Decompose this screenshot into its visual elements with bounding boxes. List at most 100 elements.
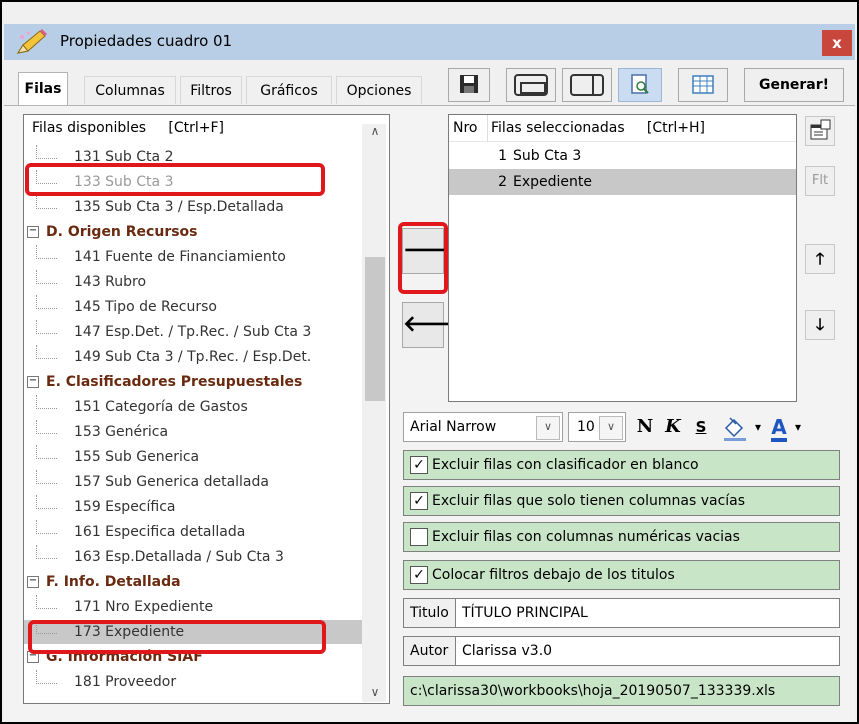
tree-item-label: 161 Especifica detallada <box>74 524 246 540</box>
tab-opciones[interactable]: Opciones <box>336 76 422 104</box>
save-button[interactable] <box>448 68 490 102</box>
split-view-button[interactable] <box>562 68 612 102</box>
bold-button[interactable]: N <box>634 412 656 442</box>
text-color-label: A <box>771 416 787 442</box>
font-select[interactable]: Arial Narrow ∨ <box>403 412 563 442</box>
option-label: Excluir filas con clasificador en blanco <box>432 457 699 473</box>
split-view-icon <box>570 74 604 96</box>
tree-item[interactable]: 181 Proveedor <box>24 670 364 694</box>
tab-columnas[interactable]: Columnas <box>84 76 176 104</box>
option-checkbox-row[interactable]: ✓ Excluir filas que solo tienen columnas … <box>403 486 840 516</box>
selected-row[interactable]: 1 Sub Cta 3 <box>449 143 796 169</box>
option-checkbox-row[interactable]: Excluir filas con columnas numéricas vac… <box>403 522 840 552</box>
chevron-down-icon[interactable]: ∨ <box>599 416 623 440</box>
selected-rows-list[interactable]: Nro Filas seleccionadas [Ctrl+H] 1 Sub Ct… <box>448 114 797 402</box>
tree-item-label: 141 Fuente de Financiamiento <box>74 249 286 265</box>
title-label: Titulo <box>404 599 456 627</box>
option-checkbox-row[interactable]: ✓ Colocar filtros debajo de los titulos <box>403 560 840 590</box>
tree-item[interactable]: 163 Esp.Detallada / Sub Cta 3 <box>24 545 364 569</box>
author-label: Autor <box>404 637 456 665</box>
tree-item[interactable]: 155 Sub Generica <box>24 445 364 469</box>
tree-item-label: 181 Proveedor <box>74 674 177 690</box>
tree-item[interactable]: 143 Rubro <box>24 270 364 294</box>
option-label: Excluir filas que solo tienen columnas v… <box>432 493 746 509</box>
checkbox-unchecked[interactable] <box>410 528 428 546</box>
tree-item[interactable]: 135 Sub Cta 3 / Esp.Detallada <box>24 195 364 219</box>
tree-item[interactable]: 171 Nro Expediente <box>24 595 364 619</box>
tree-item-label: 155 Sub Generica <box>74 449 200 465</box>
tree-connector <box>36 520 57 534</box>
tree-item[interactable]: 161 Especifica detallada <box>24 520 364 544</box>
collapse-icon[interactable]: − <box>27 226 39 238</box>
text-color-button[interactable]: A <box>768 412 790 442</box>
checkbox-checked[interactable]: ✓ <box>410 456 428 474</box>
scroll-up-icon[interactable]: ∧ <box>366 124 384 142</box>
title-field[interactable]: Titulo TÍTULO PRINCIPAL <box>403 598 840 628</box>
tree-item-label: D. Origen Recursos <box>46 224 198 240</box>
tree-connector <box>36 545 57 559</box>
tree-scrollbar-thumb[interactable] <box>365 257 385 401</box>
move-up-button[interactable]: 🡑 <box>805 244 835 274</box>
tree-item[interactable]: 147 Esp.Det. / Tp.Rec. / Sub Cta 3 <box>24 320 364 344</box>
fill-color-dropdown[interactable]: ▾ <box>752 412 764 442</box>
generate-button[interactable]: Generar! <box>744 68 844 102</box>
window-layout-button[interactable] <box>506 68 556 102</box>
collapse-icon[interactable]: − <box>27 376 39 388</box>
author-field[interactable]: Autor Clarissa v3.0 <box>403 636 840 666</box>
tree-connector <box>36 395 57 409</box>
filter-button[interactable]: Flt <box>805 166 835 196</box>
italic-button[interactable]: K <box>662 412 684 442</box>
selected-row[interactable]: 2 Expediente <box>449 169 796 195</box>
fill-color-button[interactable] <box>720 412 750 442</box>
tree-item[interactable]: 157 Sub Generica detallada <box>24 470 364 494</box>
column-nro-header: Nro <box>453 120 478 136</box>
table-button[interactable] <box>678 68 728 102</box>
tree-item[interactable]: 159 Específica <box>24 495 364 519</box>
option-label: Colocar filtros debajo de los titulos <box>432 567 675 583</box>
tree-header: Filas disponibles [Ctrl+F] <box>32 120 224 136</box>
author-value[interactable]: Clarissa v3.0 <box>462 637 552 665</box>
tree-item[interactable]: 145 Tipo de Recurso <box>24 295 364 319</box>
tab-graficos[interactable]: Gráficos <box>246 76 332 104</box>
tree-group[interactable]: − D. Origen Recursos <box>24 220 364 244</box>
tree-connector <box>36 420 57 434</box>
window-layout-icon <box>514 74 548 96</box>
tree-connector <box>36 495 57 509</box>
tree-group[interactable]: − E. Clasificadores Presupuestales <box>24 370 364 394</box>
font-size-select[interactable]: 10 ∨ <box>568 412 626 442</box>
tree-item[interactable]: 149 Sub Cta 3 / Tp.Rec. / Esp.Det. <box>24 345 364 369</box>
row-label: Expediente <box>513 174 592 190</box>
tree-item[interactable]: 153 Genérica <box>24 420 364 444</box>
tree-item-label: E. Clasificadores Presupuestales <box>46 374 303 390</box>
chevron-down-icon[interactable]: ∨ <box>536 416 560 440</box>
tree-item[interactable]: 141 Fuente de Financiamiento <box>24 245 364 269</box>
checkbox-checked[interactable]: ✓ <box>410 566 428 584</box>
tree-item-label: 151 Categoría de Gastos <box>74 399 248 415</box>
tree-item[interactable]: 151 Categoría de Gastos <box>24 395 364 419</box>
collapse-icon[interactable]: − <box>27 576 39 588</box>
underline-button[interactable]: S <box>690 412 712 442</box>
checkbox-checked[interactable]: ✓ <box>410 492 428 510</box>
close-button[interactable]: x <box>822 30 852 56</box>
tree-connector <box>36 245 57 259</box>
tree-group[interactable]: − F. Info. Detallada <box>24 570 364 594</box>
output-path-field[interactable]: c:\clarissa30\workbooks\hoja_20190507_13… <box>403 676 840 706</box>
tree-scrollbar[interactable] <box>362 124 386 702</box>
tree-item-label: 157 Sub Generica detallada <box>74 474 269 490</box>
tree-item-label: 159 Específica <box>74 499 176 515</box>
option-checkbox-row[interactable]: ✓ Excluir filas con clasificador en blanc… <box>403 450 840 480</box>
scroll-down-icon[interactable]: ∨ <box>366 685 384 703</box>
available-rows-tree[interactable]: Filas disponibles [Ctrl+F] 131 Sub Cta 2… <box>23 114 390 704</box>
row-number: 1 <box>498 148 507 164</box>
title-value[interactable]: TÍTULO PRINCIPAL <box>462 599 588 627</box>
tree-connector <box>36 470 57 484</box>
tree-item-label: 147 Esp.Det. / Tp.Rec. / Sub Cta 3 <box>74 324 312 340</box>
text-color-dropdown[interactable]: ▾ <box>792 412 804 442</box>
tree-connector <box>36 670 57 684</box>
tab-filas[interactable]: Filas <box>18 72 68 106</box>
remove-row-button[interactable]: 🡐 <box>402 302 462 348</box>
move-down-button[interactable]: 🡓 <box>805 310 835 340</box>
preview-button[interactable] <box>618 68 662 102</box>
properties-button[interactable] <box>805 116 835 146</box>
tab-filtros[interactable]: Filtros <box>180 76 242 104</box>
